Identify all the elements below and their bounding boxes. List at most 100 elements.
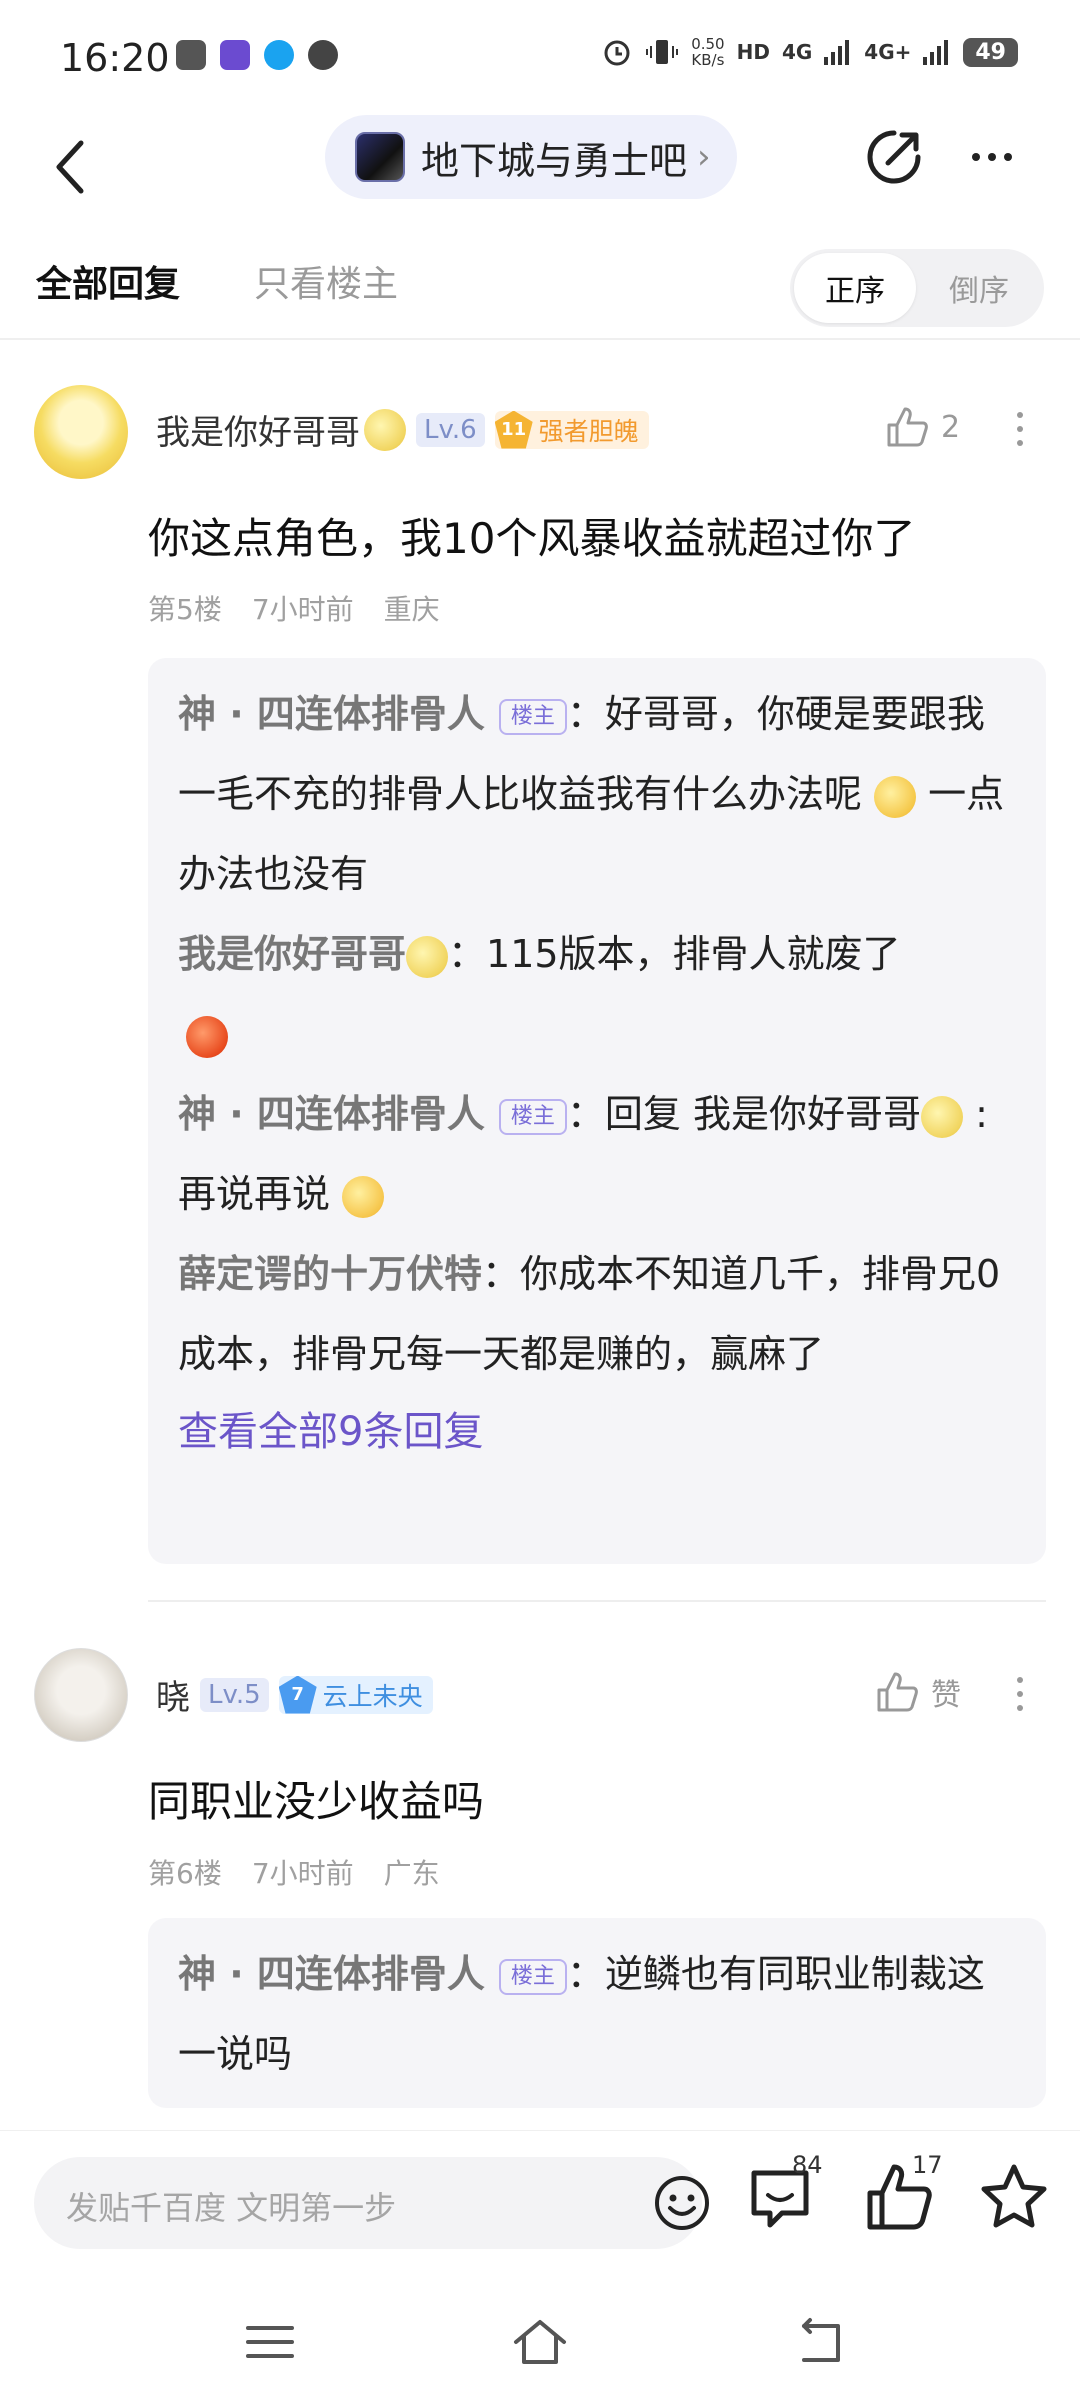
thumbs-up-icon — [877, 1672, 918, 1712]
emoji-picker-icon[interactable] — [652, 2173, 712, 2233]
like-button[interactable]: 2 — [885, 405, 960, 449]
dot — [1017, 440, 1023, 446]
chevron-right-icon: › — [697, 137, 711, 177]
app-notification-icon — [220, 40, 250, 70]
owner-tag: 楼主 — [498, 1098, 567, 1135]
username[interactable]: 晓 — [156, 1670, 190, 1719]
tab-only-owner[interactable]: 只看楼主 — [254, 255, 398, 307]
forum-name: 地下城与勇士吧 — [421, 138, 688, 183]
system-navigation-bar — [0, 2272, 1080, 2400]
dot — [988, 153, 996, 161]
post-more-button[interactable] — [1010, 412, 1030, 446]
order-descending-button[interactable]: 倒序 — [918, 253, 1040, 323]
user-info: 晓 Lv.5 7 云上未央 — [156, 1670, 433, 1719]
reply-username[interactable]: 我是你好哥哥 — [178, 932, 406, 976]
signal-icon — [824, 40, 850, 65]
divider — [0, 338, 1080, 340]
view-all-replies-link[interactable]: 查看全部9条回复 — [178, 1394, 1016, 1470]
vibrate-icon — [646, 40, 679, 64]
status-bar: 16:20 0.50 KB/s HD 4G 4G+ 49 — [0, 0, 1080, 115]
sub-reply[interactable]: 我是你好哥哥 ：115版本，排骨人就废了 — [178, 914, 1016, 1074]
home-icon[interactable] — [510, 2312, 570, 2372]
reply-username[interactable]: 神 · 四连体排骨人 — [178, 1952, 485, 1996]
back-button[interactable] — [40, 127, 100, 207]
reply-username[interactable]: 神 · 四连体排骨人 — [178, 1092, 485, 1136]
reply-text: ：115版本，排骨人就废了 — [448, 932, 901, 976]
reply-username[interactable]: 薛定谔的十万伏特 — [178, 1252, 482, 1296]
username[interactable]: 我是你好哥哥 — [156, 405, 360, 454]
dot — [972, 153, 980, 161]
post-meta: 第6楼 7小时前 广东 — [148, 1852, 440, 1892]
post-content: 你这点角色，我10个风暴收益就超过你了 — [148, 514, 916, 563]
order-toggle: 正序 倒序 — [790, 249, 1044, 327]
qq-icon — [264, 40, 294, 70]
back-nav-icon[interactable] — [790, 2312, 850, 2372]
title-badge: 7 云上未央 — [278, 1675, 433, 1714]
post-more-button[interactable] — [1010, 1677, 1030, 1711]
hd-indicator: HD — [736, 40, 770, 64]
like-button[interactable]: 赞 — [875, 1670, 961, 1714]
like-count: 17 — [912, 2151, 943, 2179]
tab-all-replies[interactable]: 全部回复 — [36, 255, 180, 307]
owner-tag: 楼主 — [498, 1958, 567, 1995]
avatar[interactable] — [34, 1648, 128, 1742]
angry-emoji — [186, 1015, 228, 1058]
sub-reply[interactable]: 薛定谔的十万伏特：你成本不知道几千，排骨兄0成本，排骨兄每一天都是赚的，赢麻了 — [178, 1234, 1016, 1394]
network-4g-plus: 4G+ — [864, 40, 912, 64]
net-speed: 0.50 KB/s — [691, 35, 725, 69]
dot — [1017, 426, 1023, 432]
floor-number: 第6楼 — [148, 1857, 222, 1890]
thumbs-up-icon — [887, 407, 928, 447]
menu-icon[interactable] — [240, 2312, 300, 2372]
notification-icons — [176, 40, 338, 70]
badge-text: 云上未央 — [322, 1681, 423, 1711]
reply-input-placeholder: 发贴千百度 文明第一步 — [66, 2189, 397, 2227]
forum-entry-button[interactable]: 地下城与勇士吧 › — [325, 115, 737, 199]
diamond-icon: 11 — [494, 410, 533, 449]
bottom-action-bar: 发贴千百度 文明第一步 84 17 — [0, 2130, 1080, 2272]
divider — [148, 1600, 1046, 1602]
post-time: 7小时前 — [251, 1857, 354, 1890]
title-badge: 11 强者胆魄 — [494, 410, 649, 449]
more-options-button[interactable] — [960, 125, 1024, 189]
post-meta: 第5楼 7小时前 重庆 — [148, 588, 440, 628]
like-count: 2 — [941, 409, 961, 445]
share-edit-button[interactable] — [862, 125, 926, 189]
moon-face-emoji — [364, 408, 406, 451]
smile-emoji — [874, 775, 917, 818]
sub-replies-box[interactable]: 神 · 四连体排骨人 楼主 ：逆鳞也有同职业制裁这一说吗 — [148, 1918, 1046, 2108]
level-badge: Lv.5 — [200, 1677, 269, 1712]
star-favorite-icon[interactable] — [976, 2159, 1052, 2235]
sub-replies-box[interactable]: 神 · 四连体排骨人 楼主 ：好哥哥，你硬是要跟我一毛不充的排骨人比收益我有什么办法… — [148, 658, 1046, 1564]
alarm-icon — [604, 40, 630, 66]
battery-indicator: 49 — [963, 37, 1018, 67]
post-location: 广东 — [383, 1857, 440, 1890]
like-label: 赞 — [931, 1678, 961, 1713]
app-notification-icon — [176, 40, 206, 70]
reply-filter-bar: 全部回复 只看楼主 正序 倒序 — [0, 245, 1080, 337]
comment-count: 84 — [792, 2151, 823, 2179]
tongue-emoji — [342, 1175, 385, 1218]
order-ascending-button[interactable]: 正序 — [794, 253, 916, 323]
dot — [1017, 1691, 1023, 1697]
moon-face-emoji — [406, 935, 449, 978]
sub-reply[interactable]: 神 · 四连体排骨人 楼主 ：逆鳞也有同职业制裁这一说吗 — [178, 1934, 1016, 2094]
floor-number: 第5楼 — [148, 593, 222, 626]
sub-reply[interactable]: 神 · 四连体排骨人 楼主 ：好哥哥，你硬是要跟我一毛不充的排骨人比收益我有什么办法… — [178, 674, 1016, 914]
level-badge: Lv.6 — [416, 412, 485, 447]
reply-username[interactable]: 神 · 四连体排骨人 — [178, 692, 485, 736]
signal-icon — [923, 40, 949, 65]
owner-tag: 楼主 — [498, 698, 567, 735]
status-time: 16:20 — [60, 36, 170, 80]
sub-reply[interactable]: 神 · 四连体排骨人 楼主 ：回复 我是你好哥哥 :再说再说 — [178, 1074, 1016, 1234]
avatar[interactable] — [34, 385, 128, 479]
dot — [1017, 1677, 1023, 1683]
diamond-icon: 7 — [278, 1675, 317, 1714]
post-content: 同职业没少收益吗 — [148, 1777, 485, 1826]
edit-icon — [867, 130, 921, 184]
reply-input[interactable]: 发贴千百度 文明第一步 — [34, 2157, 709, 2249]
user-info: 我是你好哥哥 Lv.6 11 强者胆魄 — [156, 405, 649, 454]
forum-avatar — [355, 132, 405, 182]
dot — [1017, 412, 1023, 418]
dot — [1004, 153, 1012, 161]
